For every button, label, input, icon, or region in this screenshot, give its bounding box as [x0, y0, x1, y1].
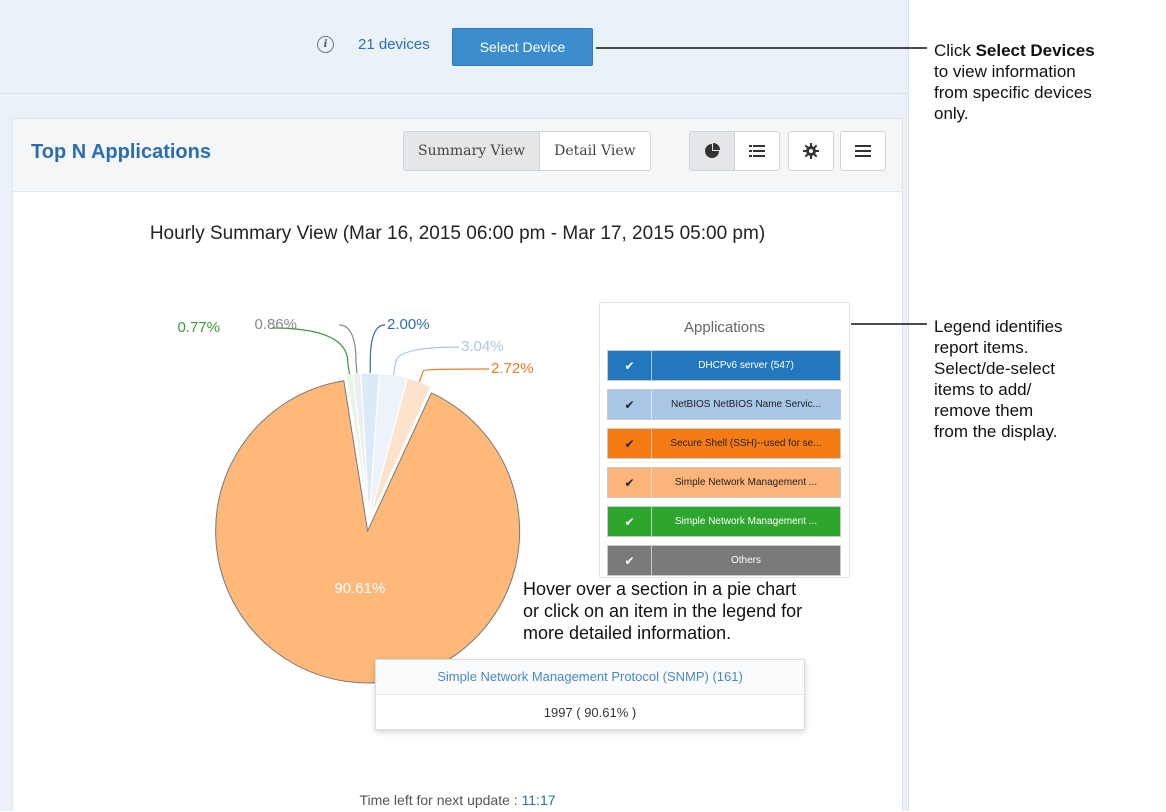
legend: Applications ✔ DHCPv6 server (547) ✔ NetBIO…: [599, 302, 850, 578]
slice-label: 0.77%: [177, 319, 220, 336]
annot-legend-line: report items.: [934, 338, 1029, 357]
slice-label: 0.86%: [254, 316, 297, 333]
slice-leader-line: [369, 324, 386, 374]
legend-item-label: DHCPv6 server (547): [698, 360, 794, 371]
legend-item-label: NetBIOS NetBIOS Name Servic...: [670, 399, 822, 410]
device-selection-bar: i 21 devices Select Device: [0, 0, 908, 92]
update-label: Time left for next update :: [359, 792, 522, 808]
annot-legend-line: Legend identifies: [934, 317, 1063, 336]
annot-hover-line: Hover over a section in a pie chart: [523, 579, 797, 599]
annot-hover-line: more detailed information.: [523, 623, 732, 643]
checkmark-icon: ✔: [608, 351, 652, 380]
checkmark-icon: ✔: [608, 390, 652, 419]
legend-title: Applications: [684, 319, 765, 336]
slice-label: 3.04%: [461, 338, 504, 355]
legend-item-label: Simple Network Management ...: [674, 516, 818, 527]
legend-item-label: Secure Shell (SSH)--used for se...: [670, 438, 822, 449]
tooltip-value: 1997 ( 90.61% ): [543, 705, 637, 720]
hover-annotation: Hover over a section in a pie chart or c…: [523, 578, 802, 644]
slice-label: 90.61%: [334, 580, 385, 597]
tooltip-title: Simple Network Management Protocol (SNMP…: [376, 660, 804, 695]
info-icon[interactable]: i: [317, 36, 334, 53]
checkmark-icon: ✔: [608, 429, 652, 458]
slice-leader-line: [392, 346, 460, 376]
slice-leader-line: [418, 368, 490, 383]
annot-hover-line: or click on an item in the legend for: [523, 601, 803, 621]
legend-item-label: Simple Network Management ...: [674, 477, 818, 488]
legend-item[interactable]: ✔ Simple Network Management ...: [607, 506, 841, 537]
checkmark-icon: ✔: [608, 546, 652, 575]
annot-legend-line: remove them: [934, 401, 1034, 420]
annot-legend-line: Select/de-select: [934, 359, 1055, 378]
update-timer: Time left for next update : 11:17: [13, 792, 902, 808]
annot-select-prefix: Click: [934, 41, 976, 60]
device-count: 21 devices: [358, 36, 430, 53]
legend-item[interactable]: ✔ Secure Shell (SSH)--used for se...: [607, 428, 841, 459]
annot-select-line: only.: [934, 104, 969, 123]
update-time-value: 11:17: [521, 792, 556, 808]
divider: [0, 93, 908, 94]
annot-select-bold: Select Devices: [975, 41, 1095, 60]
pie-tooltip: Simple Network Management Protocol (SNMP…: [375, 659, 805, 730]
legend-item[interactable]: ✔ NetBIOS NetBIOS Name Servic...: [607, 389, 841, 420]
legend-item[interactable]: ✔ Simple Network Management ...: [607, 467, 841, 498]
slice-label: 2.00%: [387, 316, 430, 333]
slice-label: 2.72%: [491, 360, 534, 377]
legend-item[interactable]: ✔ Others: [607, 545, 841, 576]
select-device-button[interactable]: Select Device: [452, 28, 593, 66]
annot-legend-line: from the display.: [934, 422, 1058, 441]
slice-leader-line: [271, 327, 350, 375]
legend-item-label: Others: [730, 555, 761, 566]
dashboard-panel: i 21 devices Select Device Top N Applica…: [0, 0, 909, 811]
select-devices-annotation: Click Select Devices to view information…: [934, 40, 1095, 124]
checkmark-icon: ✔: [608, 507, 652, 536]
legend-annotation: Legend identifies report items. Select/d…: [934, 316, 1063, 442]
top-n-applications-card: Top N Applications Summary View Detail V…: [12, 118, 903, 811]
annot-legend-line: items to add/: [934, 380, 1032, 399]
legend-item[interactable]: ✔ DHCPv6 server (547): [607, 350, 841, 381]
annot-select-line: from specific devices: [934, 83, 1092, 102]
annot-select-line: to view information: [934, 62, 1076, 81]
checkmark-icon: ✔: [608, 468, 652, 497]
